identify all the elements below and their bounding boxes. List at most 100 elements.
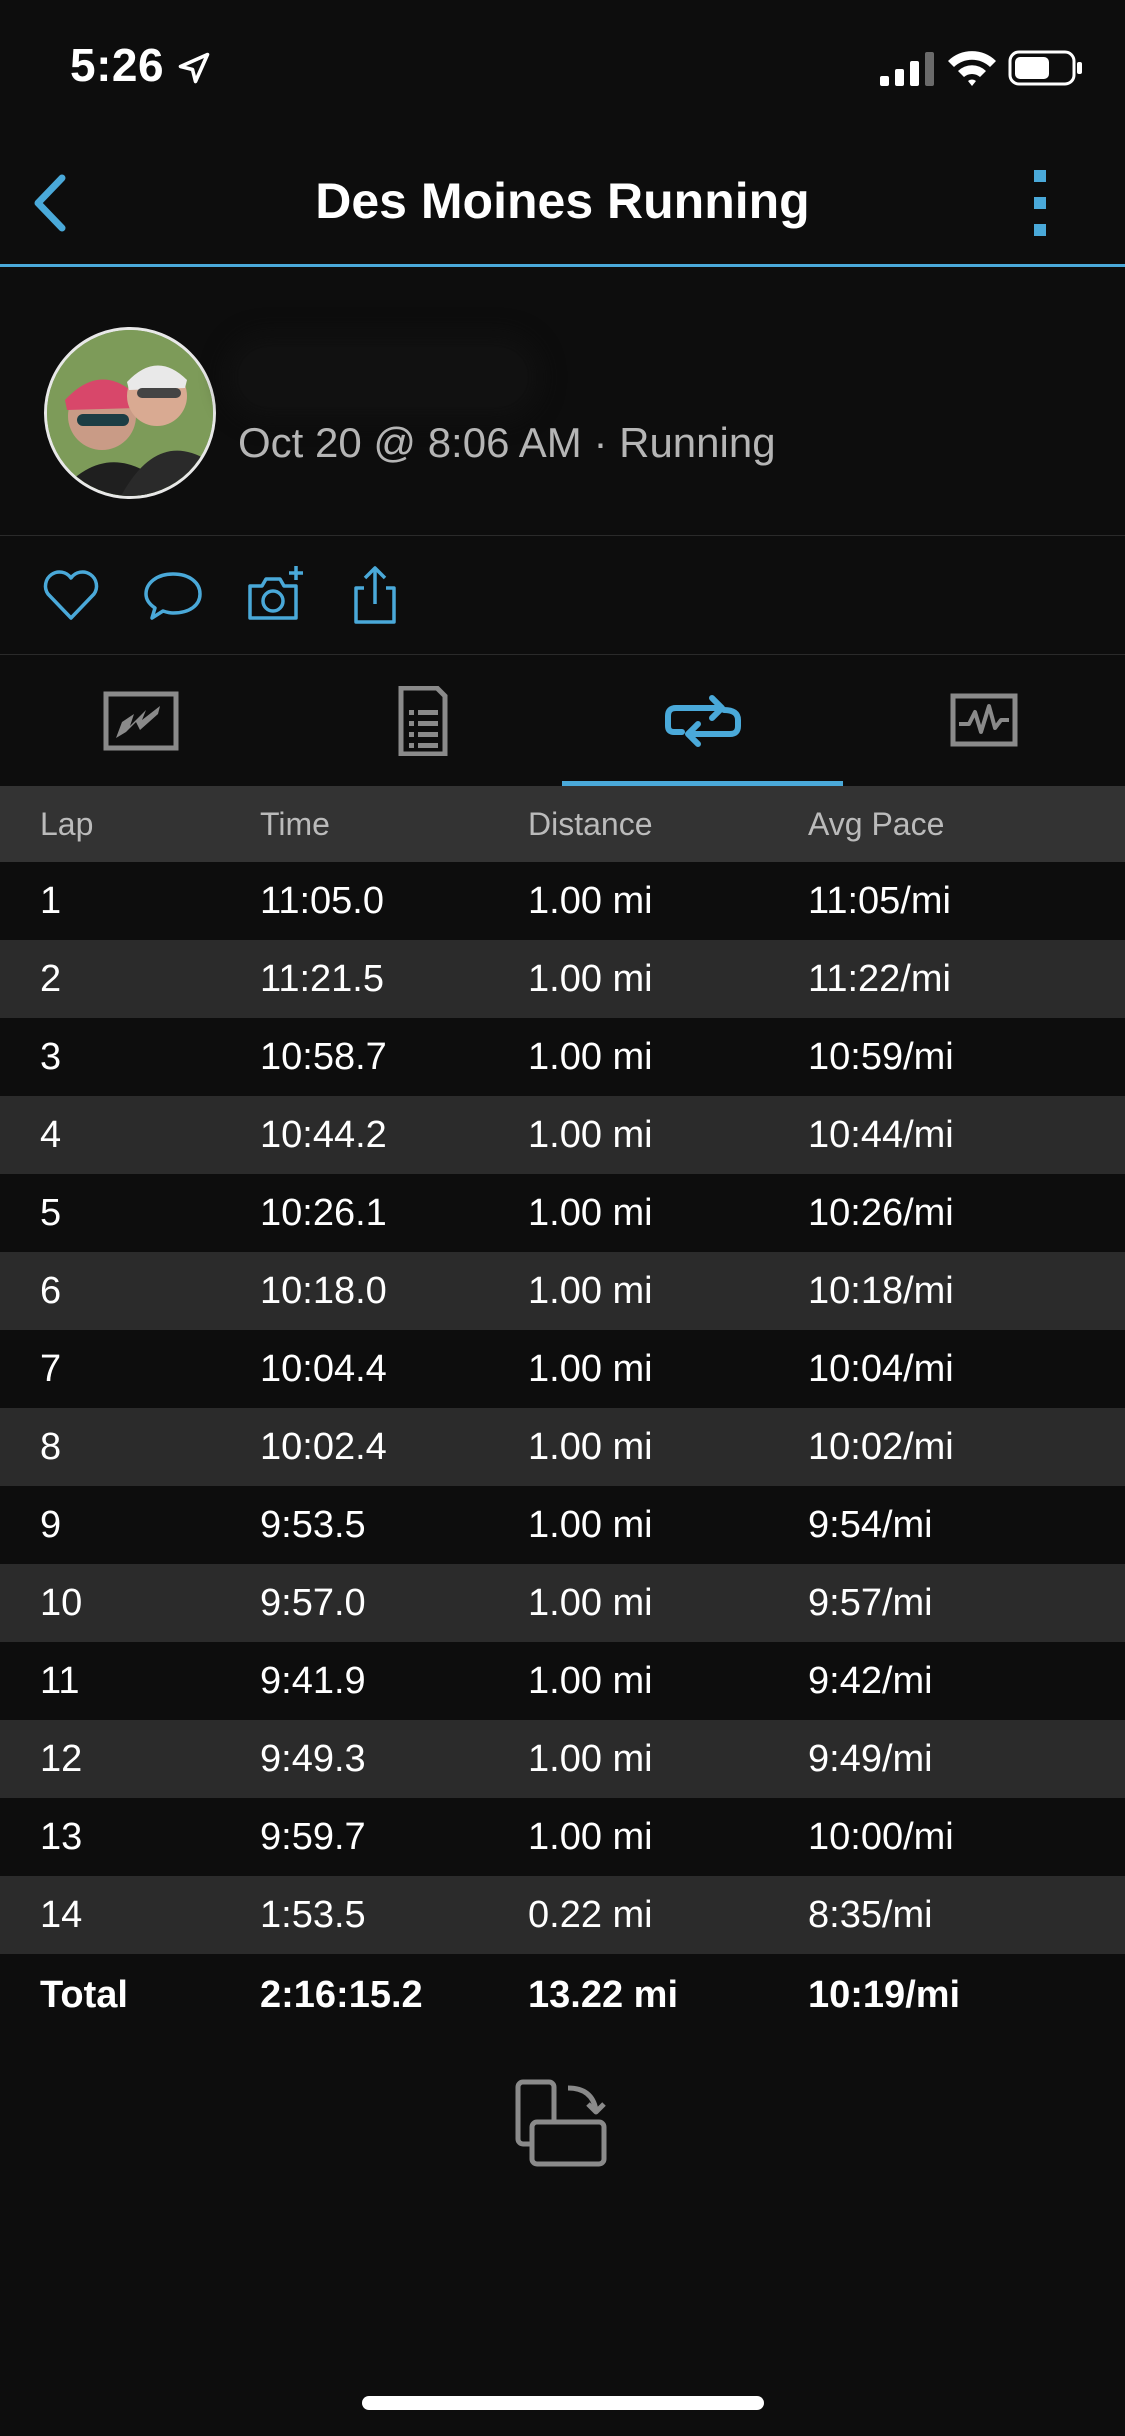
lap-distance: 1.00 mi <box>528 1348 653 1390</box>
activity-meta: Oct 20 @ 8:06 AM · Running <box>238 419 776 466</box>
table-row: 12 9:49.3 1.00 mi 9:49/mi <box>0 1720 1125 1798</box>
lap-avg-pace: 9:57/mi <box>808 1582 933 1624</box>
status-bar: 5:26 <box>0 0 1125 140</box>
table-row: 1 11:05.0 1.00 mi 11:05/mi <box>0 862 1125 940</box>
lap-time: 10:02.4 <box>260 1426 387 1468</box>
lap-time: 9:59.7 <box>260 1816 366 1858</box>
lap-number: 13 <box>40 1816 83 1858</box>
wifi-icon <box>948 51 996 86</box>
lap-distance: 1.00 mi <box>528 1816 653 1858</box>
nav-header: Des Moines Running <box>0 140 1125 267</box>
lap-number: 6 <box>40 1270 62 1312</box>
location-arrow-icon <box>178 52 210 84</box>
lap-avg-pace: 10:26/mi <box>808 1192 954 1234</box>
lap-avg-pace: 8:35/mi <box>808 1894 933 1936</box>
lap-avg-pace: 10:18/mi <box>808 1270 954 1312</box>
lap-distance: 1.00 mi <box>528 1036 653 1078</box>
lap-number: 3 <box>40 1036 62 1078</box>
activity-tabs <box>0 656 1125 786</box>
map-icon <box>103 691 179 751</box>
column-header-time: Time <box>260 806 330 842</box>
column-header-lap: Lap <box>40 806 94 842</box>
table-row: 8 10:02.4 1.00 mi 10:02/mi <box>0 1408 1125 1486</box>
lap-time: 9:41.9 <box>260 1660 366 1702</box>
lap-number: 2 <box>40 958 62 1000</box>
lap-time: 10:44.2 <box>260 1114 387 1156</box>
lap-distance: 1.00 mi <box>528 1114 653 1156</box>
lap-distance: 0.22 mi <box>528 1894 653 1936</box>
lap-distance: 1.00 mi <box>528 1660 653 1702</box>
lap-distance: 1.00 mi <box>528 1426 653 1468</box>
table-row: 14 1:53.5 0.22 mi 8:35/mi <box>0 1876 1125 1954</box>
table-row: 6 10:18.0 1.00 mi 10:18/mi <box>0 1252 1125 1330</box>
lap-number: 4 <box>40 1114 62 1156</box>
avatar-photo <box>47 330 213 496</box>
total-time: 2:16:15.2 <box>260 1974 423 2016</box>
lap-distance: 1.00 mi <box>528 1582 653 1624</box>
comment-icon[interactable] <box>142 564 204 626</box>
home-indicator <box>362 2396 764 2410</box>
lap-number: 9 <box>40 1504 62 1546</box>
status-time: 5:26 <box>70 39 165 91</box>
lap-avg-pace: 11:05/mi <box>808 880 951 922</box>
heart-icon[interactable] <box>40 564 102 626</box>
page-title: Des Moines Running <box>315 173 810 229</box>
lap-time: 10:04.4 <box>260 1348 387 1390</box>
laps-table: Lap Time Distance Avg Pace 1 11:05.0 1.00 … <box>0 786 1125 2036</box>
lap-distance: 1.00 mi <box>528 1192 653 1234</box>
tab-laps[interactable] <box>562 656 843 786</box>
table-row: 13 9:59.7 1.00 mi 10:00/mi <box>0 1798 1125 1876</box>
column-header-distance: Distance <box>528 806 653 842</box>
lap-avg-pace: 9:54/mi <box>808 1504 933 1546</box>
lap-avg-pace: 9:49/mi <box>808 1738 933 1780</box>
total-distance: 13.22 mi <box>528 1974 678 2016</box>
table-header-row: Lap Time Distance Avg Pace <box>0 786 1125 862</box>
lap-distance: 1.00 mi <box>528 880 653 922</box>
details-document-icon <box>398 686 448 756</box>
column-header-avg-pace: Avg Pace <box>808 806 945 842</box>
lap-time: 10:58.7 <box>260 1036 387 1078</box>
lap-number: 11 <box>40 1660 80 1702</box>
battery-icon <box>1008 50 1082 86</box>
lap-time: 9:53.5 <box>260 1504 366 1546</box>
laps-repeat-icon <box>665 695 741 747</box>
lap-time: 11:05.0 <box>260 880 384 922</box>
lap-number: 12 <box>40 1738 83 1780</box>
chart-icon <box>950 693 1018 747</box>
lap-number: 10 <box>40 1582 83 1624</box>
table-row: 4 10:44.2 1.00 mi 10:44/mi <box>0 1096 1125 1174</box>
total-label: Total <box>40 1974 128 2016</box>
tab-details[interactable] <box>281 656 562 786</box>
table-row: 5 10:26.1 1.00 mi 10:26/mi <box>0 1174 1125 1252</box>
lap-time: 9:49.3 <box>260 1738 366 1780</box>
table-row: 9 9:53.5 1.00 mi 9:54/mi <box>0 1486 1125 1564</box>
rotate-landscape-icon[interactable] <box>512 2076 612 2172</box>
lap-distance: 1.00 mi <box>528 958 653 1000</box>
tab-charts[interactable] <box>843 656 1124 786</box>
lap-number: 5 <box>40 1192 62 1234</box>
lap-avg-pace: 10:59/mi <box>808 1036 954 1078</box>
more-vertical-icon[interactable] <box>1018 166 1062 240</box>
table-row: 10 9:57.0 1.00 mi 9:57/mi <box>0 1564 1125 1642</box>
lap-number: 8 <box>40 1426 62 1468</box>
lap-time: 1:53.5 <box>260 1894 366 1936</box>
avatar[interactable] <box>44 327 216 499</box>
add-photo-icon[interactable] <box>244 564 306 626</box>
lap-number: 7 <box>40 1348 62 1390</box>
tab-map[interactable] <box>0 656 281 786</box>
share-icon[interactable] <box>344 564 406 626</box>
username-redacted <box>238 347 528 407</box>
lap-distance: 1.00 mi <box>528 1738 653 1780</box>
lap-rows: 1 11:05.0 1.00 mi 11:05/mi 2 11:21.5 1.00 mi 11… <box>0 862 1125 1954</box>
lap-time: 10:18.0 <box>260 1270 387 1312</box>
total-row: Total 2:16:15.2 13.22 mi 10:19/mi <box>0 1954 1125 2036</box>
table-row: 3 10:58.7 1.00 mi 10:59/mi <box>0 1018 1125 1096</box>
lap-avg-pace: 11:22/mi <box>808 958 951 1000</box>
lap-avg-pace: 9:42/mi <box>808 1660 933 1702</box>
table-row: 7 10:04.4 1.00 mi 10:04/mi <box>0 1330 1125 1408</box>
lap-number: 14 <box>40 1894 83 1936</box>
lap-avg-pace: 10:44/mi <box>808 1114 954 1156</box>
cellular-signal-icon <box>880 52 934 86</box>
lap-distance: 1.00 mi <box>528 1504 653 1546</box>
table-row: 2 11:21.5 1.00 mi 11:22/mi <box>0 940 1125 1018</box>
